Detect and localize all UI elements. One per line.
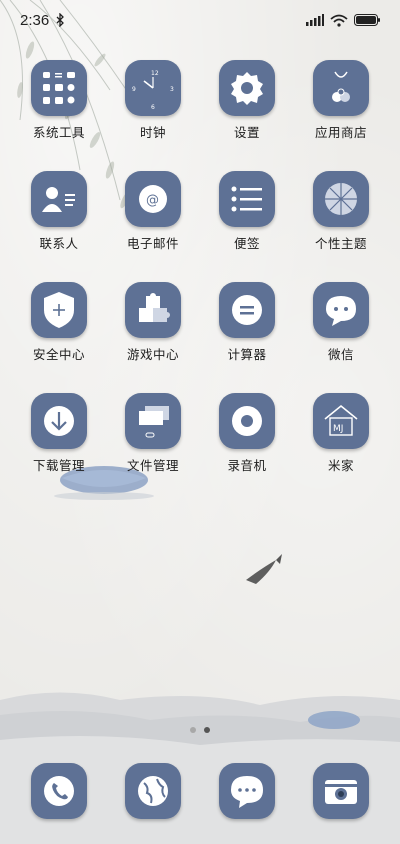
dock-phone[interactable] xyxy=(31,763,87,819)
globe-browser-icon xyxy=(138,776,168,806)
svg-text:12: 12 xyxy=(151,70,159,77)
status-time: 2:36 xyxy=(20,11,50,29)
chat-bubble-icon xyxy=(313,282,369,338)
app-label: 设置 xyxy=(233,125,260,140)
svg-text:6: 6 xyxy=(151,104,155,111)
app-label: 米家 xyxy=(327,458,354,473)
app-clock[interactable]: 12 3 6 9 时钟 xyxy=(113,60,193,141)
app-system-tools[interactable]: 系统工具 xyxy=(19,60,99,141)
app-download-manager[interactable]: 下载管理 xyxy=(19,393,99,474)
app-label: 录音机 xyxy=(227,458,267,473)
app-mijia[interactable]: MJ 米家 xyxy=(301,393,381,474)
app-app-store[interactable]: 应用商店 xyxy=(301,60,381,141)
app-label: 安全中心 xyxy=(32,347,85,362)
calculator-equals-icon xyxy=(219,282,275,338)
page-dot[interactable] xyxy=(190,727,196,733)
app-contacts[interactable]: 联系人 xyxy=(19,171,99,252)
app-settings[interactable]: 设置 xyxy=(207,60,287,141)
notes-list-icon xyxy=(219,171,275,227)
page-dot-current[interactable] xyxy=(204,727,210,733)
bluetooth-icon xyxy=(56,13,65,27)
contact-card-icon xyxy=(31,171,87,227)
app-label: 电子邮件 xyxy=(126,236,179,251)
signal-icon xyxy=(306,14,324,26)
email-at-icon: @ xyxy=(125,171,181,227)
app-security-center[interactable]: 安全中心 xyxy=(19,282,99,363)
battery-icon xyxy=(354,14,380,26)
app-game-center[interactable]: 游戏中心 xyxy=(113,282,193,363)
phone-icon xyxy=(44,776,74,806)
wifi-icon xyxy=(330,14,348,27)
app-file-manager[interactable]: 文件管理 xyxy=(113,393,193,474)
app-label: 时钟 xyxy=(139,125,166,140)
page-indicator xyxy=(0,727,400,733)
dock-camera[interactable] xyxy=(313,763,369,819)
shopping-bag-icon xyxy=(313,60,369,116)
tools-grid-icon xyxy=(31,60,87,116)
app-label: 联系人 xyxy=(39,236,79,251)
clock-icon: 12 3 6 9 xyxy=(125,60,181,116)
umbrella-icon xyxy=(313,171,369,227)
mijia-house-icon: MJ xyxy=(313,393,369,449)
puzzle-icon xyxy=(125,282,181,338)
app-label: 文件管理 xyxy=(126,458,179,473)
dock-browser[interactable] xyxy=(125,763,181,819)
app-themes[interactable]: 个性主题 xyxy=(301,171,381,252)
app-label: 个性主题 xyxy=(314,236,367,251)
app-notes[interactable]: 便签 xyxy=(207,171,287,252)
app-label: 应用商店 xyxy=(314,125,367,140)
dock-messages[interactable] xyxy=(219,763,275,819)
message-bubble-icon xyxy=(231,776,263,808)
app-email[interactable]: @ 电子邮件 xyxy=(113,171,193,252)
svg-text:MJ: MJ xyxy=(333,424,343,434)
svg-text:@: @ xyxy=(146,193,159,208)
app-label: 微信 xyxy=(327,347,354,362)
download-arrow-icon xyxy=(31,393,87,449)
status-bar: 2:36 xyxy=(0,0,400,40)
record-icon xyxy=(219,393,275,449)
gear-icon xyxy=(219,60,275,116)
app-label: 便签 xyxy=(233,236,260,251)
app-recorder[interactable]: 录音机 xyxy=(207,393,287,474)
svg-text:3: 3 xyxy=(170,86,174,93)
app-wechat[interactable]: 微信 xyxy=(301,282,381,363)
app-label: 下载管理 xyxy=(32,458,85,473)
app-calculator[interactable]: 计算器 xyxy=(207,282,287,363)
shield-icon xyxy=(31,282,87,338)
folder-icon xyxy=(125,393,181,449)
svg-text:9: 9 xyxy=(132,86,136,93)
koi-fish xyxy=(246,554,282,584)
camera-icon xyxy=(325,780,357,804)
app-label: 计算器 xyxy=(227,347,267,362)
app-label: 游戏中心 xyxy=(126,347,179,362)
app-label: 系统工具 xyxy=(32,125,85,140)
